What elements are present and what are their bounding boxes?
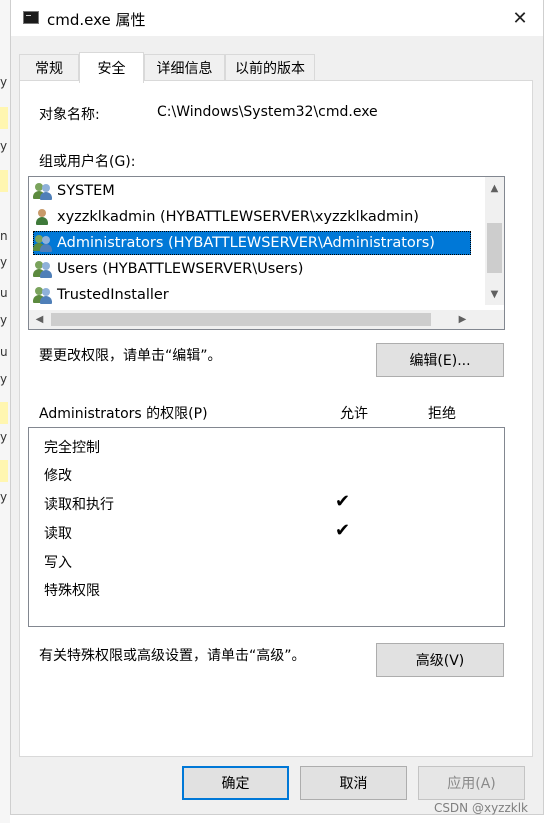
permission-row-full-control: 完全控制 <box>44 440 100 456</box>
background-text: y <box>0 139 8 153</box>
scroll-left-arrow-icon[interactable]: ◀ <box>30 310 49 329</box>
background-highlight <box>0 107 8 129</box>
advanced-button[interactable]: 高级(V) <box>376 643 504 677</box>
background-app-strip: y y n y u y u y y y <box>0 0 10 823</box>
watermark: CSDN @xyzzklk <box>433 801 528 815</box>
object-name-label: 对象名称: <box>39 107 100 123</box>
background-text: y <box>0 313 8 327</box>
object-name-value: C:\Windows\System32\cmd.exe <box>157 104 378 120</box>
permission-row-modify: 修改 <box>44 468 72 484</box>
tab-general[interactable]: 常规 <box>19 54 79 80</box>
group-users-icon <box>33 260 53 278</box>
background-text: y <box>0 372 8 386</box>
background-highlight <box>0 402 8 424</box>
tab-details[interactable]: 详细信息 <box>144 54 225 80</box>
group-users-icon <box>33 286 53 304</box>
user-list[interactable]: SYSTEM xyzzklkadmin (HYBATTLEWSERVER\xyz… <box>28 176 505 330</box>
tab-security[interactable]: 安全 <box>79 52 144 83</box>
background-highlight <box>0 170 8 192</box>
title-bar[interactable]: cmd.exe 属性 ✕ <box>11 0 543 36</box>
list-item[interactable]: Users (HYBATTLEWSERVER\Users) <box>33 257 303 281</box>
close-button[interactable]: ✕ <box>497 0 543 36</box>
user-icon <box>33 208 53 226</box>
edit-button[interactable]: 编辑(E)... <box>376 343 504 377</box>
list-item-label: TrustedInstaller <box>57 287 169 303</box>
permission-row-special: 特殊权限 <box>44 583 100 599</box>
tab-previous-versions[interactable]: 以前的版本 <box>225 54 315 80</box>
permissions-title: Administrators 的权限(P) <box>39 406 208 422</box>
list-item-label: xyzzklkadmin (HYBATTLEWSERVER\xyzzklkadm… <box>57 209 419 225</box>
list-item[interactable]: TrustedInstaller <box>33 283 169 307</box>
background-text: y <box>0 75 8 89</box>
scroll-up-arrow-icon[interactable]: ▲ <box>485 179 504 197</box>
window-title: cmd.exe 属性 <box>47 11 146 29</box>
cmd-icon <box>23 11 39 24</box>
background-highlight <box>0 460 8 482</box>
cancel-button[interactable]: 取消 <box>300 766 407 800</box>
list-item-label: Users (HYBATTLEWSERVER\Users) <box>57 261 304 277</box>
list-item[interactable]: SYSTEM <box>33 179 115 203</box>
background-text: u <box>0 286 8 300</box>
background-text: y <box>0 430 8 444</box>
list-item-label: SYSTEM <box>57 183 115 199</box>
edit-hint: 要更改权限，请单击“编辑”。 <box>39 348 222 364</box>
list-item-label: Administrators (HYBATTLEWSERVER\Administ… <box>57 235 435 251</box>
deny-column-header: 拒绝 <box>428 406 456 422</box>
group-users-icon <box>33 234 53 252</box>
background-text: u <box>0 345 8 359</box>
allow-column-header: 允许 <box>340 406 368 422</box>
allow-check-icon: ✔ <box>335 491 351 512</box>
permission-row-read-execute: 读取和执行 <box>44 497 114 513</box>
scroll-right-arrow-icon[interactable]: ▶ <box>453 310 472 329</box>
ok-button[interactable]: 确定 <box>182 766 289 800</box>
allow-check-icon: ✔ <box>335 520 351 541</box>
groups-label: 组或用户名(G): <box>39 154 136 170</box>
vertical-scrollbar[interactable]: ▲ ▼ <box>485 177 504 305</box>
advanced-hint: 有关特殊权限或高级设置，请单击“高级”。 <box>39 648 306 664</box>
background-text: y <box>0 490 8 504</box>
permission-row-read: 读取 <box>44 526 72 542</box>
permissions-list: 完全控制 修改 读取和执行 ✔ 读取 ✔ 写入 特殊权限 <box>28 427 505 627</box>
list-item-selected[interactable]: Administrators (HYBATTLEWSERVER\Administ… <box>33 231 471 255</box>
list-item[interactable]: xyzzklkadmin (HYBATTLEWSERVER\xyzzklkadm… <box>33 205 419 229</box>
background-text: n <box>0 229 8 243</box>
scroll-thumb[interactable] <box>487 223 502 273</box>
group-users-icon <box>33 182 53 200</box>
scroll-thumb[interactable] <box>51 313 431 326</box>
permission-row-write: 写入 <box>44 555 72 571</box>
background-text: y <box>0 255 8 269</box>
apply-button[interactable]: 应用(A) <box>418 766 525 800</box>
scrollbar-corner <box>485 310 504 329</box>
scroll-down-arrow-icon[interactable]: ▼ <box>485 285 504 303</box>
horizontal-scrollbar[interactable]: ◀ ▶ <box>29 310 485 329</box>
